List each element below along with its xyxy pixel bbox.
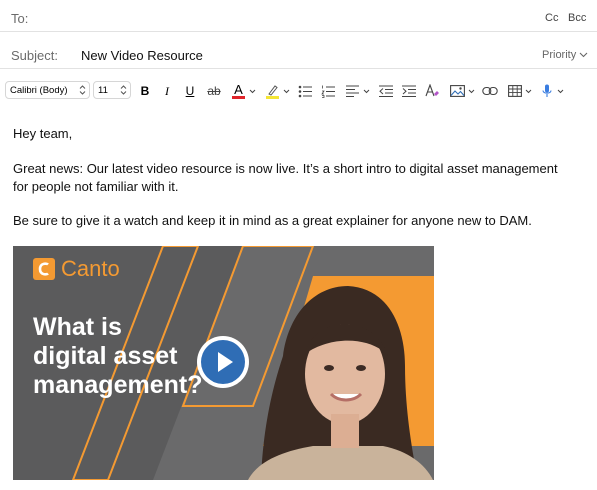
- chevron-down-icon: [363, 89, 370, 93]
- insert-picture-button[interactable]: [448, 81, 476, 101]
- cc-button[interactable]: Cc: [545, 12, 558, 24]
- bold-button[interactable]: B: [138, 81, 152, 101]
- picture-icon: [449, 85, 465, 97]
- chevron-down-icon: [283, 89, 290, 93]
- paragraph-2: Be sure to give it a watch and keep it i…: [13, 213, 532, 228]
- video-title-line-1: What is: [33, 313, 122, 341]
- paragraph-1: Great news: Our latest video resource is…: [13, 161, 558, 194]
- align-left-icon: [346, 85, 359, 97]
- align-button[interactable]: [345, 81, 371, 101]
- increase-indent-button[interactable]: [401, 81, 417, 101]
- decrease-indent-icon: [379, 85, 393, 97]
- canto-logo-text: Canto: [61, 256, 120, 281]
- video-thumbnail[interactable]: Canto What is digital asset management?: [13, 246, 434, 480]
- priority-dropdown[interactable]: Priority: [542, 49, 588, 61]
- video-title: What is digital asset management?: [33, 313, 202, 400]
- chevron-down-icon: [249, 89, 256, 93]
- font-family-select[interactable]: Calibri (Body): [5, 81, 90, 99]
- dictate-button[interactable]: [539, 81, 567, 101]
- video-title-line-3: management?: [33, 371, 203, 399]
- font-size-select[interactable]: 11: [93, 81, 131, 99]
- insert-link-button[interactable]: [481, 81, 499, 101]
- formatting-toolbar: Calibri (Body) 11 B I U ab A: [0, 77, 597, 104]
- play-button[interactable]: [197, 336, 249, 388]
- subject-label: Subject:: [11, 47, 58, 63]
- numbered-list-icon: [320, 85, 335, 98]
- font-color-bar: [232, 96, 245, 99]
- divider: [0, 68, 597, 69]
- styles-button[interactable]: [424, 81, 440, 101]
- font-color-button[interactable]: A: [230, 81, 258, 101]
- strikethrough-button[interactable]: ab: [205, 81, 223, 101]
- italic-button[interactable]: I: [160, 81, 174, 101]
- chevron-down-icon: [579, 52, 588, 58]
- highlight-button[interactable]: [264, 81, 292, 101]
- play-icon: [201, 340, 245, 384]
- insert-table-button[interactable]: [506, 81, 534, 101]
- video-title-line-2: digital asset: [33, 342, 178, 370]
- decrease-indent-button[interactable]: [378, 81, 394, 101]
- table-icon: [508, 85, 522, 97]
- highlighter-icon: [268, 84, 278, 96]
- stepper-arrows-icon: [120, 85, 127, 95]
- bullet-list-icon: [298, 85, 312, 97]
- font-color-glyph: A: [234, 82, 243, 97]
- canto-logo: Canto: [33, 256, 120, 282]
- underline-button[interactable]: U: [183, 81, 197, 101]
- increase-indent-icon: [402, 85, 416, 97]
- highlight-color-bar: [266, 95, 279, 99]
- font-family-value: Calibri (Body): [10, 84, 68, 96]
- font-size-value: 11: [98, 84, 108, 96]
- microphone-icon: [542, 84, 552, 97]
- bullet-list-button[interactable]: [297, 81, 313, 101]
- clear-formatting-icon: [424, 84, 439, 97]
- chevron-down-icon: [525, 89, 532, 93]
- chevron-down-icon: [557, 89, 564, 93]
- numbered-list-button[interactable]: [320, 81, 336, 101]
- chevron-down-icon: [468, 89, 474, 93]
- link-icon: [482, 86, 498, 96]
- subject-row[interactable]: Subject: New Video Resource Priority: [0, 45, 597, 65]
- canto-logo-icon: [33, 258, 55, 280]
- to-row[interactable]: To: Cc Bcc: [0, 8, 597, 28]
- to-label: To:: [11, 10, 29, 26]
- greeting: Hey team,: [13, 126, 73, 141]
- divider: [0, 31, 597, 32]
- subject-field[interactable]: New Video Resource: [81, 48, 203, 63]
- stepper-arrows-icon: [79, 85, 86, 95]
- bcc-button[interactable]: Bcc: [568, 12, 586, 24]
- priority-label: Priority: [542, 49, 577, 61]
